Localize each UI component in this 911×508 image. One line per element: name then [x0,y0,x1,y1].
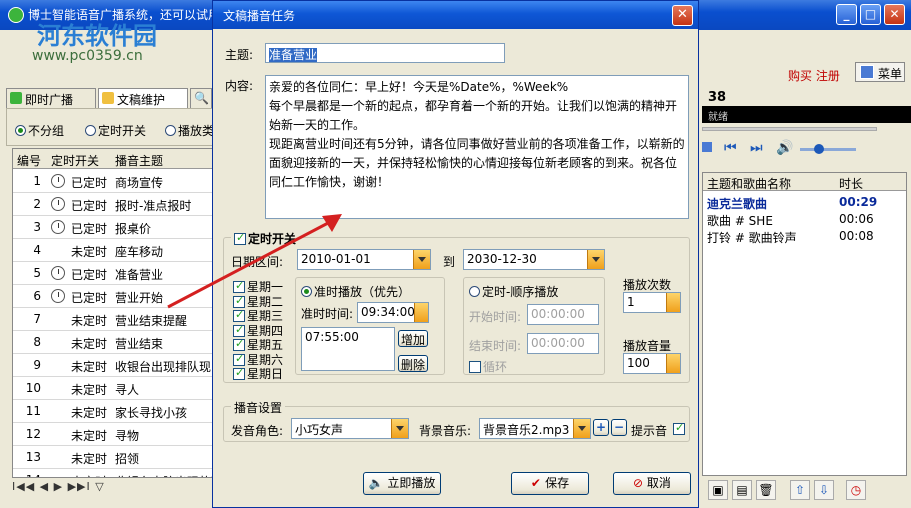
annotation-arrow [167,214,342,309]
arrow-line [167,220,331,309]
